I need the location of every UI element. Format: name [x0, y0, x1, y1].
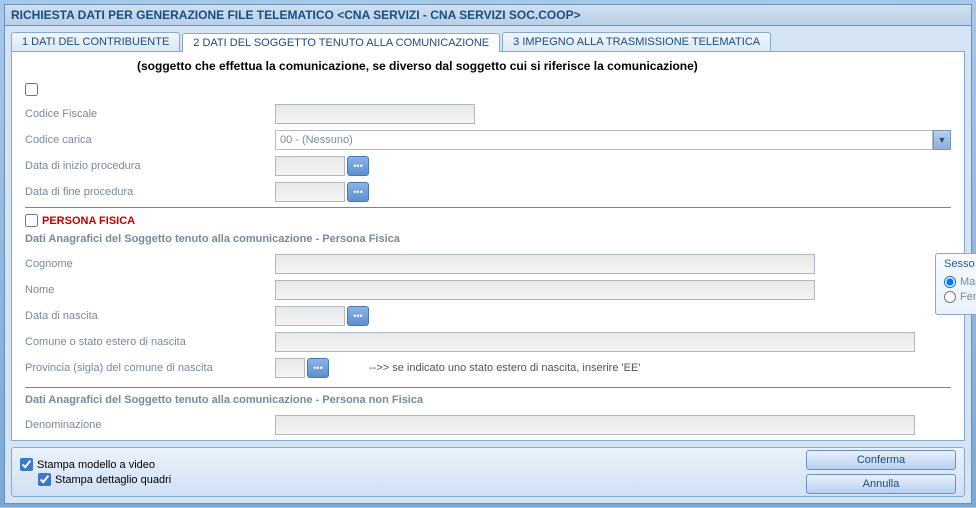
- data-inizio-label: Data di inizio procedura: [25, 160, 275, 172]
- stampa-modello-checkbox[interactable]: [20, 458, 33, 471]
- codice-carica-select[interactable]: 00 - (Nessuno): [275, 130, 933, 150]
- sesso-femmina-radio[interactable]: [944, 291, 956, 303]
- chevron-down-icon[interactable]: ▼: [933, 130, 951, 150]
- tab-bar: 1 DATI DEL CONTRIBUENTE 2 DATI DEL SOGGE…: [11, 32, 965, 51]
- provincia-hint: -->> se indicato uno stato estero di nas…: [369, 362, 640, 374]
- cognome-input[interactable]: [275, 254, 815, 274]
- cognome-label: Cognome: [25, 258, 275, 270]
- provincia-nascita-label: Provincia (sigla) del comune di nascita: [25, 362, 275, 374]
- codice-fiscale-label: Codice Fiscale: [25, 108, 275, 120]
- data-fine-input[interactable]: [275, 182, 345, 202]
- persona-fisica-label: PERSONA FISICA: [42, 215, 135, 227]
- denominazione-label: Denominazione: [25, 419, 275, 431]
- conferma-button[interactable]: Conferma: [806, 450, 956, 470]
- codice-fiscale-input[interactable]: [275, 104, 475, 124]
- sesso-maschio-label: Maschio: [960, 276, 976, 288]
- data-inizio-input[interactable]: [275, 156, 345, 176]
- denominazione-input[interactable]: [275, 415, 915, 435]
- sesso-group: Sesso Maschio Femmina: [935, 253, 976, 315]
- nome-input[interactable]: [275, 280, 815, 300]
- comune-nascita-label: Comune o stato estero di nascita: [25, 336, 275, 348]
- stampa-dettaglio-checkbox[interactable]: [38, 473, 51, 486]
- persona-fisica-title: Dati Anagrafici del Soggetto tenuto alla…: [25, 233, 951, 245]
- comune-nascita-input[interactable]: [275, 332, 915, 352]
- data-fine-label: Data di fine procedura: [25, 186, 275, 198]
- sesso-maschio-radio[interactable]: [944, 276, 956, 288]
- codice-carica-label: Codice carica: [25, 134, 275, 146]
- data-nascita-label: Data di nascita: [25, 310, 275, 322]
- persona-non-fisica-title: Dati Anagrafici del Soggetto tenuto alla…: [25, 394, 951, 406]
- persona-fisica-checkbox[interactable]: [25, 214, 38, 227]
- sesso-title: Sesso: [944, 258, 976, 270]
- sesso-femmina-label: Femmina: [960, 291, 976, 303]
- nome-label: Nome: [25, 284, 275, 296]
- top-checkbox[interactable]: [25, 83, 38, 96]
- annulla-button[interactable]: Annulla: [806, 474, 956, 494]
- stampa-modello-label: Stampa modello a video: [37, 459, 155, 471]
- divider: [25, 387, 951, 388]
- tab-impegno-trasmissione[interactable]: 3 IMPEGNO ALLA TRASMISSIONE TELEMATICA: [502, 32, 771, 51]
- bottom-bar: Stampa modello a video Stampa dettaglio …: [11, 447, 965, 497]
- date-picker-icon[interactable]: •••: [347, 156, 369, 176]
- stampa-dettaglio-label: Stampa dettaglio quadri: [55, 474, 171, 486]
- date-picker-icon[interactable]: •••: [347, 306, 369, 326]
- date-picker-icon[interactable]: •••: [347, 182, 369, 202]
- provincia-nascita-input[interactable]: [275, 358, 305, 378]
- tab-soggetto-comunicazione[interactable]: 2 DATI DEL SOGGETTO TENUTO ALLA COMUNICA…: [182, 33, 500, 52]
- data-nascita-input[interactable]: [275, 306, 345, 326]
- tab-contribuente[interactable]: 1 DATI DEL CONTRIBUENTE: [11, 32, 180, 51]
- tab-subtitle: (soggetto che effettua la comunicazione,…: [17, 57, 959, 79]
- divider: [25, 207, 951, 208]
- lookup-icon[interactable]: •••: [307, 358, 329, 378]
- window-title: RICHIESTA DATI PER GENERAZIONE FILE TELE…: [4, 4, 972, 26]
